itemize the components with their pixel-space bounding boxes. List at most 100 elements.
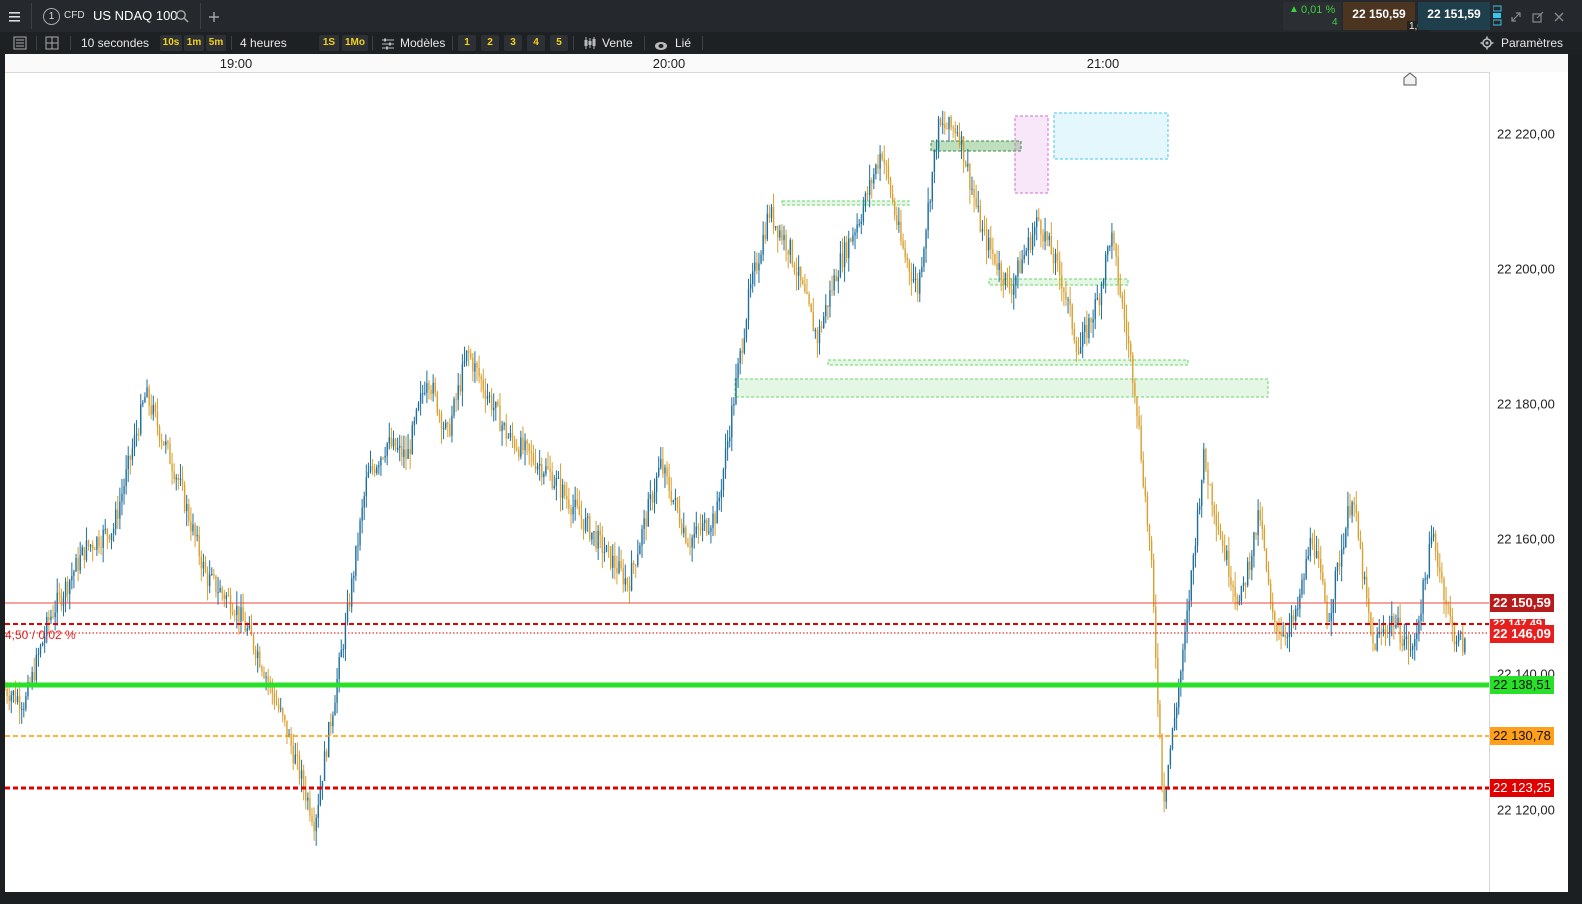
candle-body — [23, 708, 25, 710]
hamburger-icon[interactable] — [8, 10, 22, 22]
candle-body — [342, 649, 345, 651]
candle-body — [735, 378, 737, 405]
add-tab-icon[interactable] — [208, 10, 220, 22]
red-level-tag[interactable]: 22 123,25 — [1490, 779, 1554, 797]
candle-body — [1261, 520, 1263, 529]
zone-green-1[interactable] — [734, 378, 1269, 398]
candle-body — [729, 437, 731, 442]
close-icon[interactable] — [1553, 10, 1565, 22]
layout-grid-icon[interactable] — [45, 36, 59, 50]
layout-5-button[interactable]: 5 — [550, 35, 568, 51]
layout-1-button[interactable]: 1 — [458, 35, 476, 51]
sell-price-button[interactable]: 22 150,59 — [1343, 2, 1415, 30]
candle-body — [1374, 643, 1376, 651]
zone-blue[interactable] — [1053, 112, 1169, 160]
order-2-tag[interactable]: 22 146,09 — [1490, 625, 1554, 643]
candle-body — [457, 385, 459, 400]
candle-body — [181, 478, 184, 485]
expand-icon[interactable] — [1510, 10, 1522, 22]
candle-body — [298, 755, 301, 779]
price-tick-label: 22 120,00 — [1497, 802, 1555, 818]
interval-1m[interactable]: 1m — [184, 35, 204, 51]
candle-body — [662, 459, 664, 474]
candle-body — [1201, 479, 1203, 506]
candle-body — [386, 443, 388, 456]
candle-body — [169, 443, 171, 464]
candle-body — [1142, 459, 1144, 487]
candle-body — [518, 449, 520, 457]
candle-body — [712, 513, 714, 529]
candle-body — [1272, 603, 1274, 613]
layout-2-button[interactable]: 2 — [481, 35, 499, 51]
range-1mo[interactable]: 1Mo — [342, 35, 368, 51]
candle-body — [1207, 469, 1209, 485]
candle-body — [1246, 561, 1249, 586]
gear-icon[interactable] — [1480, 36, 1494, 50]
candle-body — [1303, 578, 1305, 580]
scroll-home-icon[interactable] — [1403, 72, 1417, 86]
instrument-name[interactable]: US NDAQ 100 — [93, 8, 178, 23]
list-icon[interactable] — [13, 36, 27, 50]
layout-3-button[interactable]: 3 — [504, 35, 522, 51]
candle-body — [1269, 583, 1272, 604]
candle-body — [302, 770, 305, 789]
candlestick-plot[interactable] — [5, 54, 1489, 892]
candle-body — [152, 404, 154, 415]
candle-body — [1347, 505, 1349, 529]
candle-body — [1311, 538, 1314, 545]
candle-body — [1219, 530, 1222, 540]
interval-5m[interactable]: 5m — [206, 35, 226, 51]
interval-10s[interactable]: 10s — [160, 35, 182, 51]
candle-body — [142, 402, 144, 405]
candle-body — [85, 540, 88, 561]
candle-body — [447, 422, 449, 425]
candle-body — [561, 484, 564, 498]
sell-mode-button[interactable]: Vente — [602, 32, 633, 54]
candle-body — [883, 159, 885, 164]
candle-body — [927, 202, 929, 231]
candle-body — [319, 788, 322, 805]
popout-icon[interactable] — [1532, 10, 1544, 23]
candle-body — [568, 499, 570, 509]
templates-button[interactable]: Modèles — [400, 32, 445, 54]
candle-body — [83, 547, 86, 561]
candle-body — [678, 508, 681, 524]
tab-number-badge[interactable]: 1 — [43, 8, 60, 25]
candle-body — [582, 519, 585, 531]
layout-4-button[interactable]: 4 — [527, 35, 545, 51]
candle-body — [497, 401, 499, 406]
candle-body — [699, 528, 702, 531]
candle-body — [1094, 299, 1096, 320]
price-chart[interactable]: 19:00 20:00 21:00 4,50 / 0,02 % 22 220,0… — [5, 54, 1568, 892]
orange-level-tag[interactable]: 22 130,78 — [1490, 727, 1554, 745]
candle-body — [501, 425, 503, 432]
templates-icon[interactable] — [381, 37, 395, 50]
buy-price-button[interactable]: 22 151,59 — [1418, 2, 1490, 30]
zone-pink[interactable] — [1014, 115, 1049, 194]
candle-body — [453, 399, 455, 416]
price-axis[interactable] — [1489, 72, 1568, 892]
linked-button[interactable]: Lié — [675, 32, 691, 54]
candle-body — [1317, 551, 1320, 559]
support-tag[interactable]: 22 138,51 — [1490, 676, 1554, 694]
settings-button[interactable]: Paramètres — [1501, 32, 1563, 54]
candle-body — [914, 278, 917, 280]
candle-body — [762, 234, 764, 255]
interval-select[interactable]: 10 secondes — [81, 32, 149, 54]
search-icon[interactable] — [175, 9, 189, 23]
candle-body — [545, 466, 547, 474]
zone-green-3[interactable] — [781, 200, 910, 206]
range-1s[interactable]: 1S — [319, 35, 339, 51]
candle-body — [522, 437, 524, 451]
range-select[interactable]: 4 heures — [240, 32, 287, 54]
candle-body — [269, 681, 271, 683]
candle-body — [547, 466, 549, 469]
candle-body — [275, 703, 278, 705]
candle-body — [1134, 383, 1136, 397]
zone-green-2[interactable] — [827, 359, 1189, 366]
zone-dark-green[interactable] — [930, 140, 1022, 152]
candles-icon[interactable] — [583, 36, 597, 50]
link-icon[interactable] — [654, 38, 668, 50]
trade-ticket-icon[interactable] — [1492, 5, 1503, 27]
candle-body — [1090, 318, 1092, 323]
